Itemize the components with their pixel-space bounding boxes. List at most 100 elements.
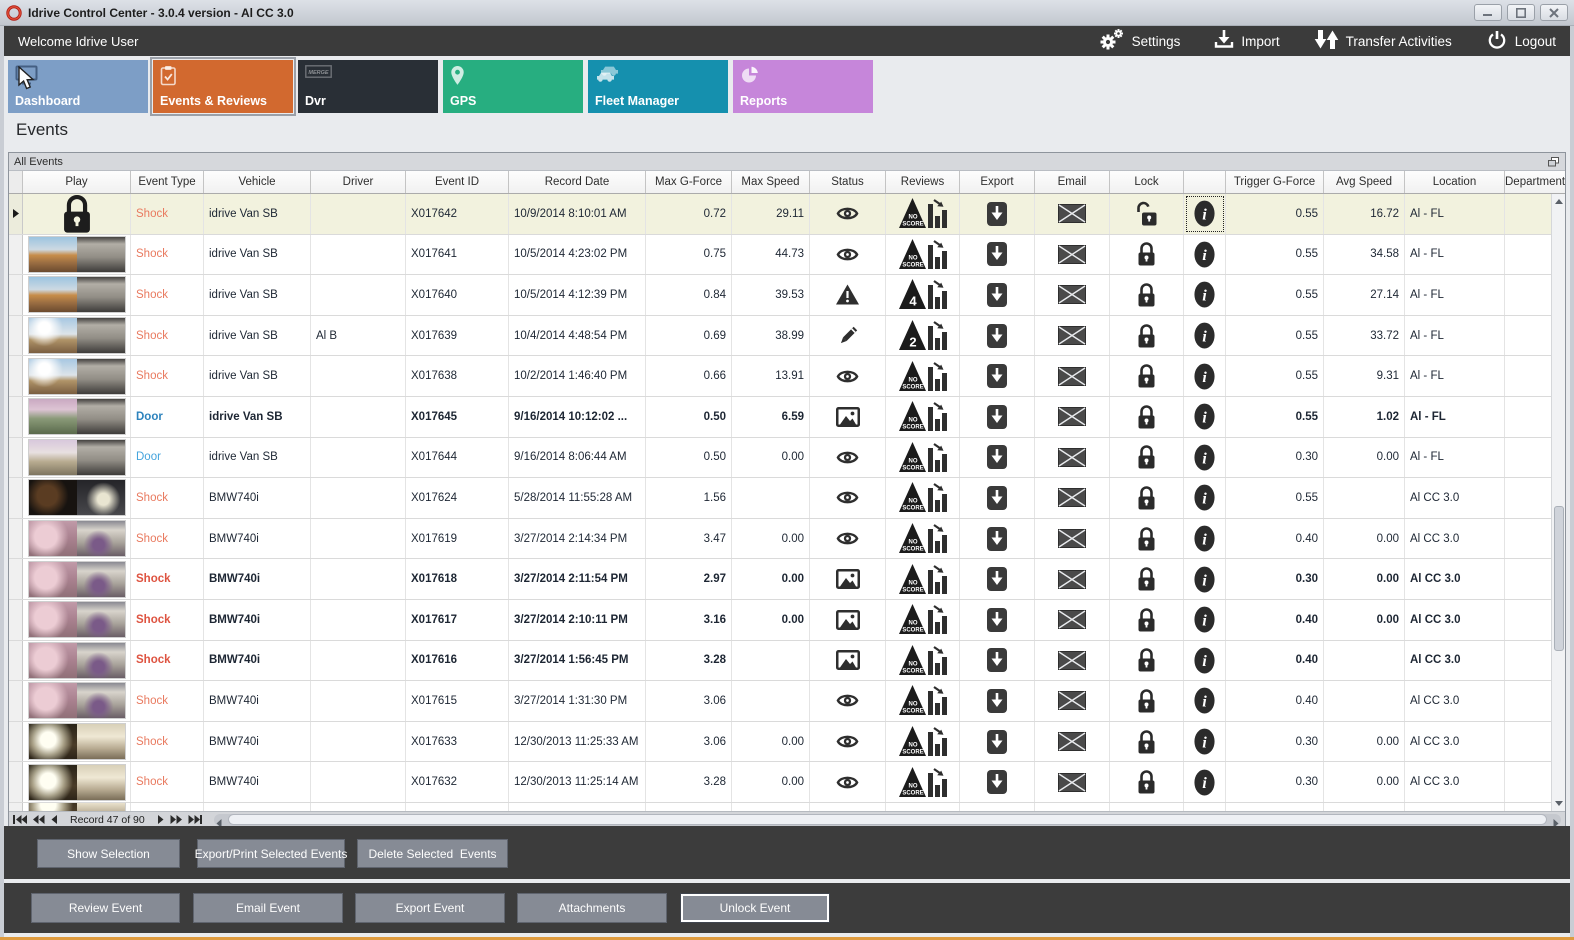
column-header-export[interactable]: Export [960,171,1035,193]
lock-icon[interactable] [1110,802,1184,811]
info-icon[interactable]: i [1184,599,1226,640]
event-row[interactable]: Door idrive Van SB X017645 9/16/2014 10:12:… [9,396,1551,438]
row-selector[interactable] [9,599,23,640]
export-icon[interactable] [960,356,1035,396]
email-icon[interactable] [1035,640,1110,681]
status-icon[interactable] [810,802,886,811]
lock-icon[interactable] [1110,681,1184,721]
info-icon[interactable]: i [1184,640,1226,681]
column-header-type[interactable]: Event Type [131,171,204,193]
event-thumbnail[interactable] [23,721,131,762]
column-header-date[interactable]: Record Date [509,171,646,193]
row-selector[interactable] [9,478,23,518]
tab-reports[interactable]: Reports [733,60,873,113]
locked-event-icon[interactable] [23,194,131,234]
eye-icon[interactable] [810,762,886,802]
row-selector[interactable] [9,518,23,559]
column-header-driver[interactable]: Driver [311,171,406,193]
logout-button[interactable]: Logout [1486,29,1556,54]
review-score-badge[interactable]: NO SCORE [886,559,960,599]
eye-icon[interactable] [810,234,886,275]
horizontal-scroll-thumb[interactable] [227,814,1547,825]
review-score-badge[interactable]: 4 [886,275,960,315]
event-row[interactable]: Shock BMW740i X017619 3/27/2014 2:14:34 PM 3… [9,518,1551,560]
column-header-maxg[interactable]: Max G-Force [646,171,732,193]
photo-icon[interactable] [810,599,886,640]
column-header-id[interactable]: Event ID [406,171,509,193]
lock-icon[interactable] [1110,640,1184,681]
tab-dvr[interactable]: MERGE Dvr [298,60,438,113]
lock-icon[interactable] [1110,437,1184,478]
review-score-badge[interactable]: NO SCORE [886,721,960,762]
info-icon[interactable]: i [1184,478,1226,518]
review-score-badge[interactable] [886,802,960,811]
eye-icon[interactable] [810,721,886,762]
row-selector[interactable] [9,194,23,234]
column-header-loc[interactable]: Location [1405,171,1505,193]
scroll-up-icon[interactable] [1552,194,1565,209]
event-row[interactable] [9,802,1551,811]
event-row[interactable]: Door idrive Van SB X017644 9/16/2014 8:06:4… [9,437,1551,479]
row-selector[interactable] [9,559,23,599]
email-icon[interactable] [1035,559,1110,599]
email-icon[interactable] [1035,762,1110,802]
tab-events-reviews[interactable]: Events & Reviews [150,57,296,116]
info-icon[interactable]: i [1184,315,1226,356]
event-thumbnail[interactable] [23,518,131,559]
export-icon[interactable] [960,599,1035,640]
column-header-info[interactable] [1184,171,1226,193]
event-row[interactable]: Shock BMW740i X017616 3/27/2014 1:56:45 PM 3… [9,640,1551,682]
event-thumbnail[interactable] [23,315,131,356]
export-icon[interactable] [960,315,1035,356]
eye-icon[interactable] [810,518,886,559]
email-icon[interactable] [1035,478,1110,518]
column-header-status[interactable]: Status [810,171,886,193]
photo-icon[interactable] [810,559,886,599]
scroll-down-icon[interactable] [1552,796,1565,811]
lock-icon[interactable] [1110,721,1184,762]
info-icon[interactable]: i [1184,681,1226,721]
warning-icon[interactable] [810,275,886,315]
row-selector[interactable] [9,315,23,356]
unlock-icon[interactable] [1110,194,1184,234]
info-icon[interactable]: i [1184,234,1226,275]
info-icon[interactable]: i [1184,275,1226,315]
email-icon[interactable] [1035,356,1110,396]
event-thumbnail[interactable] [23,559,131,599]
review-score-badge[interactable]: NO SCORE [886,396,960,437]
email-icon[interactable] [1035,518,1110,559]
info-icon[interactable]: i [1184,559,1226,599]
event-row[interactable]: Shock BMW740i X017633 12/30/2013 11:25:33 A… [9,721,1551,763]
delete-selected-events-button[interactable]: Delete Selected Events [357,839,508,868]
review-score-badge[interactable]: NO SCORE [886,478,960,518]
review-score-badge[interactable]: 2 [886,315,960,356]
info-icon[interactable]: i [1184,518,1226,559]
email-icon[interactable] [1035,802,1110,811]
event-row[interactable]: Shock idrive Van SB X017640 10/5/2014 4:12:… [9,275,1551,316]
prev-page-button[interactable] [33,815,45,824]
pencil-icon[interactable] [810,315,886,356]
review-score-badge[interactable]: NO SCORE [886,681,960,721]
row-selector[interactable] [9,640,23,681]
event-thumbnail[interactable] [23,275,131,315]
vertical-scroll-thumb[interactable] [1553,506,1564,651]
eye-icon[interactable] [810,194,886,234]
column-header-trig[interactable]: Trigger G-Force [1226,171,1324,193]
info-icon[interactable]: i [1184,194,1226,234]
review-score-badge[interactable]: NO SCORE [886,518,960,559]
event-thumbnail[interactable] [23,681,131,721]
export-icon[interactable] [960,559,1035,599]
next-record-button[interactable] [157,815,164,824]
row-selector[interactable] [9,396,23,437]
horizontal-scrollbar[interactable] [213,813,1561,828]
info-icon[interactable]: i [1184,396,1226,437]
event-thumbnail[interactable] [23,599,131,640]
photo-icon[interactable] [810,640,886,681]
export-icon[interactable] [960,234,1035,275]
import-button[interactable]: Import [1214,29,1280,53]
row-selector[interactable] [9,437,23,478]
lock-icon[interactable] [1110,478,1184,518]
event-row[interactable]: Shock idrive Van SB X017642 10/9/2014 8:10:… [9,194,1551,235]
export-icon[interactable] [960,518,1035,559]
email-icon[interactable] [1035,721,1110,762]
